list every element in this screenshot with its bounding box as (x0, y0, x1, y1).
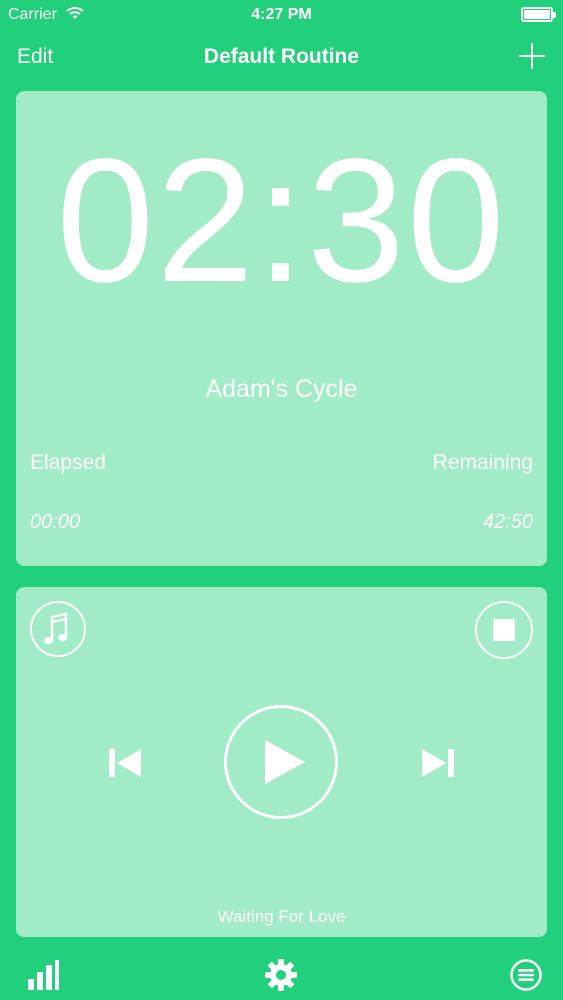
elapsed-value: 00:00 (30, 511, 81, 533)
stop-button[interactable] (475, 601, 533, 659)
status-time: 4:27 PM (251, 6, 312, 23)
timer-display: 02:30 (56, 123, 507, 319)
battery-icon (521, 7, 556, 22)
status-bar: Carrier 4:27 PM (0, 0, 563, 30)
elapsed-label: Elapsed (30, 451, 106, 474)
navigation-bar: Edit Default Routine (0, 30, 563, 86)
gear-icon[interactable] (265, 959, 297, 991)
timer-card: 02:30 Adam's Cycle Elapsed Remaining 00:… (16, 91, 547, 566)
music-button[interactable] (30, 601, 86, 657)
music-note-icon (44, 612, 68, 644)
routine-name: Adam's Cycle (205, 375, 358, 403)
stop-icon (493, 619, 515, 641)
bar-chart-icon[interactable] (27, 959, 59, 991)
track-title: Waiting For Love (217, 907, 346, 926)
next-icon[interactable] (421, 747, 455, 779)
play-icon (265, 740, 305, 784)
tab-bar (0, 945, 563, 1000)
plus-icon[interactable] (519, 43, 545, 69)
remaining-value: 42:50 (482, 511, 533, 533)
menu-list-icon[interactable] (510, 959, 542, 991)
remaining-label: Remaining (432, 451, 533, 474)
previous-icon[interactable] (108, 747, 142, 779)
music-player-card: Waiting For Love (16, 587, 547, 937)
page-title: Default Routine (203, 45, 360, 68)
play-button[interactable] (224, 705, 338, 819)
